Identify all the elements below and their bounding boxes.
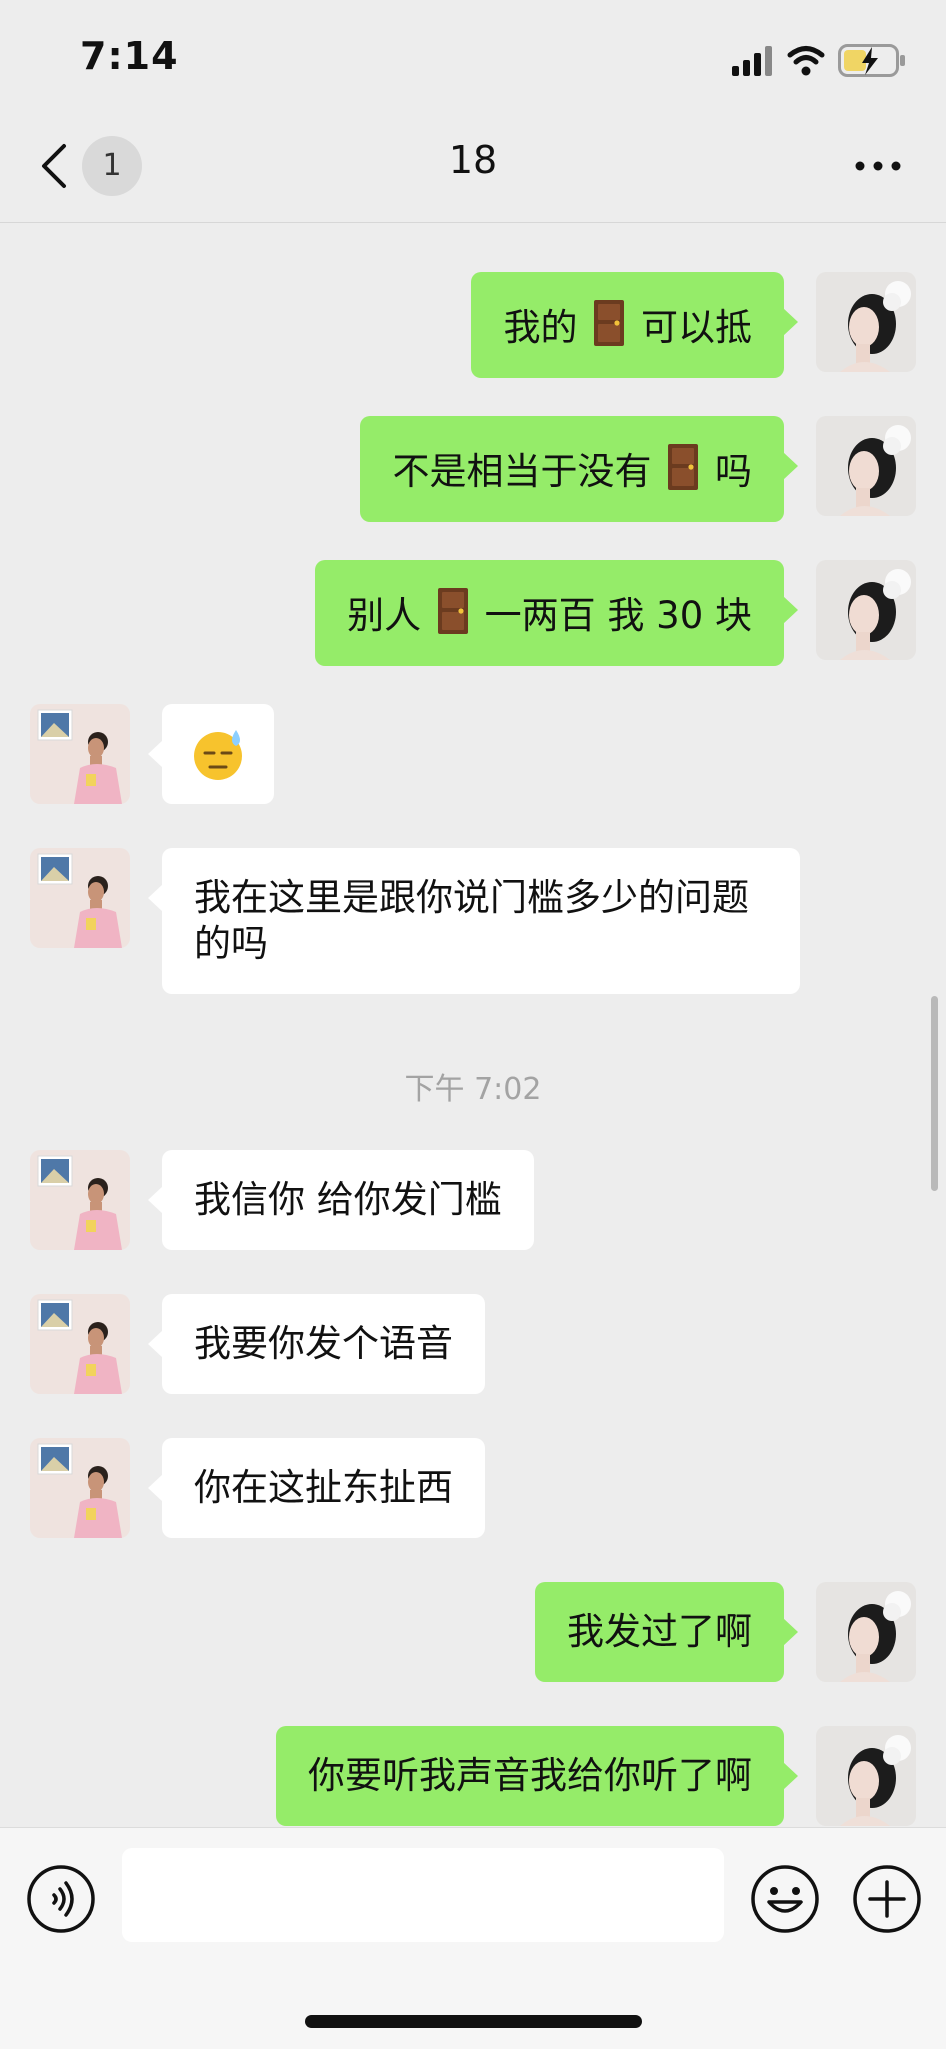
message-text: 一两百 我 30 块 [484, 594, 752, 637]
message-text: 你在这扯东扯西 [194, 1466, 453, 1509]
contact-avatar[interactable] [30, 848, 130, 948]
contact-avatar[interactable] [30, 1438, 130, 1538]
message-text: 我的 [503, 306, 578, 349]
voice-icon[interactable] [26, 1864, 96, 1934]
message-bubble[interactable]: 我的 可以抵 [471, 272, 798, 378]
timestamp: 下午 7:02 [404, 1072, 542, 1107]
message-bubble[interactable]: 我信你 给你发门槛 [148, 1150, 534, 1250]
my-avatar[interactable] [816, 560, 916, 660]
message-bubble[interactable]: 我在这里是跟你说门槛多少的问题的吗 [148, 848, 800, 994]
signal-icon [732, 46, 772, 76]
chat-title: 18 [448, 138, 498, 182]
my-avatar[interactable] [816, 272, 916, 372]
nav-bar: 1 18 [0, 110, 946, 223]
message-text: 不是相当于没有 [392, 450, 652, 493]
chat-area[interactable]: 我的 可以抵 不是相当于没有 吗 别人 一两百 我 30 块 我在这里是跟你说门… [0, 222, 946, 1827]
contact-avatar[interactable] [30, 1294, 130, 1394]
scrollbar-thumb[interactable] [931, 996, 938, 1191]
unread-count-badge[interactable]: 1 [82, 136, 142, 196]
my-avatar[interactable] [816, 416, 916, 516]
message-text: 我发过了啊 [567, 1610, 752, 1653]
back-icon[interactable] [36, 140, 76, 192]
message-bubble[interactable]: 别人 一两百 我 30 块 [315, 560, 798, 666]
wifi-icon [787, 46, 825, 76]
battery-icon [838, 44, 905, 77]
message-text: 我在这里是跟你说门槛多少的问题的吗 [194, 876, 749, 965]
message-text: 我要你发个语音 [194, 1322, 453, 1365]
door-emoji [668, 444, 699, 490]
status-time: 7:14 [80, 34, 179, 78]
my-avatar[interactable] [816, 1726, 916, 1826]
message-bubble[interactable]: 不是相当于没有 吗 [360, 416, 798, 522]
door-emoji [594, 300, 625, 346]
message-input[interactable] [122, 1848, 724, 1942]
message-text: 可以抵 [641, 306, 752, 349]
message-text: 吗 [715, 450, 752, 493]
more-icon[interactable] [854, 154, 902, 178]
emoji-icon[interactable] [750, 1864, 820, 1934]
contact-avatar[interactable] [30, 704, 130, 804]
message-bubble[interactable]: 我发过了啊 [535, 1582, 798, 1682]
input-bar [0, 1827, 946, 2049]
door-emoji [437, 588, 468, 634]
message-bubble[interactable]: 你要听我声音我给你听了啊 [276, 1726, 798, 1826]
message-bubble[interactable]: 我要你发个语音 [148, 1294, 485, 1394]
message-bubble[interactable]: 你在这扯东扯西 [148, 1438, 485, 1538]
status-bar: 7:14 [0, 0, 946, 110]
home-indicator[interactable] [305, 2015, 642, 2028]
message-bubble[interactable] [148, 704, 274, 804]
sweat-emoji [194, 730, 242, 780]
message-text: 别人 [347, 594, 422, 637]
contact-avatar[interactable] [30, 1150, 130, 1250]
message-text: 我信你 给你发门槛 [194, 1178, 502, 1221]
message-text: 你要听我声音我给你听了啊 [308, 1754, 752, 1797]
my-avatar[interactable] [816, 1582, 916, 1682]
plus-icon[interactable] [852, 1864, 922, 1934]
status-icons [732, 44, 905, 77]
